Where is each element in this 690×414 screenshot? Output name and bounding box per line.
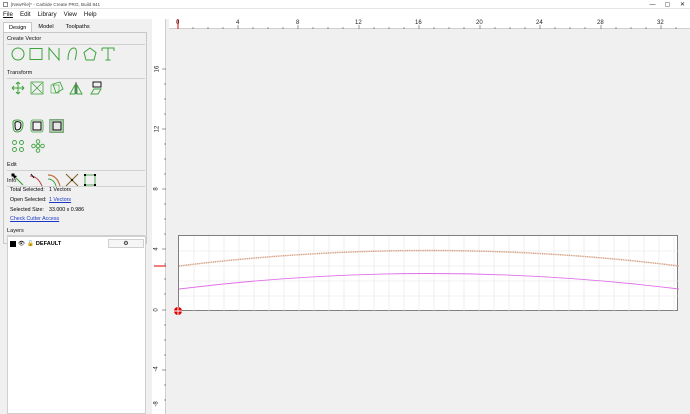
- tab-design[interactable]: Design: [3, 22, 33, 32]
- open-selected-label: Open Selected:: [10, 197, 47, 203]
- tab-toolpaths[interactable]: Toolpaths: [60, 22, 96, 32]
- text-icon[interactable]: [100, 47, 115, 61]
- v-ruler-label: -8: [153, 401, 160, 407]
- selected-size-value: 33.000 x 0.986: [49, 207, 85, 213]
- total-selected-value: 1 Vectors: [49, 187, 72, 193]
- h-ruler-label: 12: [355, 20, 362, 26]
- circle-icon[interactable]: [10, 47, 25, 61]
- vertical-ruler: 16 12 8 4 0 -4 -8: [152, 19, 166, 414]
- fit-curve-icon[interactable]: [82, 173, 97, 187]
- curve-icon[interactable]: [64, 47, 79, 61]
- scale-icon[interactable]: [29, 81, 44, 95]
- h-ruler-label: 0: [176, 20, 180, 26]
- divider: [7, 78, 145, 79]
- array-icon[interactable]: [10, 139, 25, 153]
- v-ruler-label: 0: [153, 308, 160, 312]
- app-icon: [3, 1, 8, 7]
- window-controls: — ▢ ✕: [645, 0, 690, 9]
- layer-settings-button[interactable]: ⚙: [108, 239, 144, 248]
- polygon-icon[interactable]: [82, 47, 97, 61]
- h-ruler-label: 4: [236, 20, 240, 26]
- horizontal-ruler: 0 4 8 12 16 20 24 28 32: [169, 19, 690, 29]
- h-ruler-label: 20: [476, 20, 483, 26]
- menu-view[interactable]: View: [64, 11, 77, 18]
- eye-icon[interactable]: 👁: [18, 241, 25, 247]
- polyline-icon[interactable]: [46, 46, 61, 62]
- layers-heading: Layers: [7, 228, 24, 234]
- rounded-rect-icon[interactable]: [29, 119, 44, 133]
- lock-icon[interactable]: 🔓: [27, 241, 34, 247]
- tab-model[interactable]: Model: [32, 22, 59, 32]
- divider: [7, 44, 145, 45]
- check-cutter-access-link[interactable]: Check Cutter Access: [10, 216, 59, 222]
- maximize-button[interactable]: ▢: [660, 0, 675, 9]
- gear-icon: ⚙: [123, 241, 129, 247]
- layer-color-swatch[interactable]: [10, 240, 16, 247]
- h-ruler-label: 8: [296, 20, 300, 26]
- menu-edit[interactable]: Edit: [20, 11, 31, 18]
- design-canvas[interactable]: 0 4 8 12 16 20 24 28 32 16 12 8 4 0 -4 -…: [150, 19, 690, 414]
- menu-bar: File Edit Library View Help: [0, 9, 690, 19]
- stock-grid: [179, 236, 679, 312]
- rectangle-icon[interactable]: [28, 47, 43, 61]
- window-title: [NewFile]* - Carbide Create PRO, Build 8…: [11, 1, 101, 7]
- h-ruler-label: 16: [415, 20, 422, 26]
- offset-icon[interactable]: [10, 119, 25, 133]
- layers-list: 👁 🔓 DEFAULT ⚙: [7, 236, 146, 414]
- rotate-icon[interactable]: [49, 81, 64, 95]
- total-selected-label: Total Selected:: [10, 187, 45, 193]
- info-heading: Info: [7, 178, 17, 184]
- layer-row[interactable]: 👁 🔓 DEFAULT ⚙: [10, 239, 144, 248]
- horizontal-ruler-ticks: [177, 19, 677, 29]
- minimize-button[interactable]: —: [645, 0, 660, 9]
- trim-icon[interactable]: [28, 173, 43, 187]
- h-ruler-label: 28: [597, 20, 604, 26]
- transform-heading: Transform: [7, 70, 33, 76]
- v-ruler-label: -4: [153, 366, 160, 372]
- divider: [7, 170, 145, 171]
- stock-area[interactable]: [178, 235, 679, 312]
- layer-name: DEFAULT: [35, 240, 62, 247]
- menu-file[interactable]: File: [3, 11, 13, 18]
- title-bar: [NewFile]* - Carbide Create PRO, Build 8…: [0, 0, 690, 9]
- join-icon[interactable]: [46, 173, 61, 187]
- tab-bar: Design Model Toolpaths: [3, 22, 96, 32]
- v-ruler-label: 12: [154, 125, 161, 133]
- h-ruler-label: 24: [536, 20, 543, 26]
- v-ruler-label: 8: [153, 187, 160, 191]
- h-ruler-label: 32: [657, 20, 664, 26]
- origin-icon: [174, 307, 182, 315]
- vertical-ruler-ticks: [154, 68, 166, 401]
- boolean-icon[interactable]: [49, 119, 64, 133]
- edit-heading: Edit: [7, 162, 17, 168]
- mirror-icon[interactable]: [68, 81, 83, 95]
- open-selected-link[interactable]: 1 Vectors: [49, 197, 71, 203]
- cut-icon[interactable]: [64, 173, 79, 187]
- create-vector-heading: Create Vector: [7, 36, 42, 42]
- v-ruler-label: 16: [154, 65, 161, 73]
- move-icon[interactable]: [10, 81, 25, 95]
- close-button[interactable]: ✕: [675, 0, 690, 9]
- skew-icon[interactable]: [88, 81, 103, 95]
- circular-array-icon[interactable]: [30, 139, 45, 153]
- menu-library[interactable]: Library: [38, 11, 57, 18]
- menu-help[interactable]: Help: [84, 11, 97, 18]
- selected-size-label: Selected Size:: [10, 207, 44, 213]
- v-ruler-label: 4: [153, 247, 160, 251]
